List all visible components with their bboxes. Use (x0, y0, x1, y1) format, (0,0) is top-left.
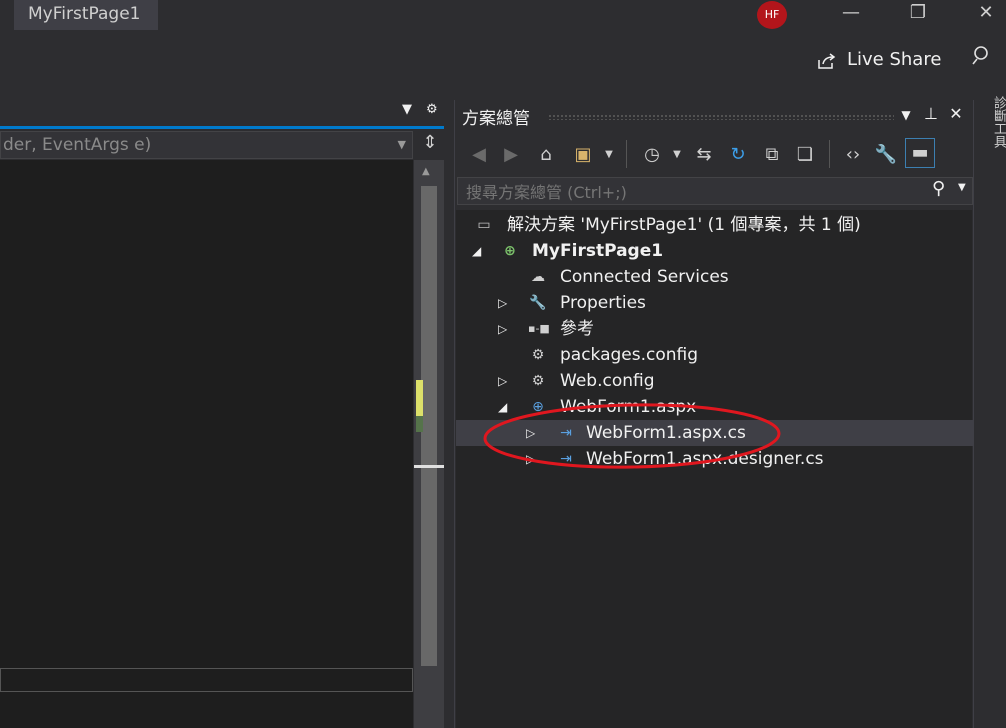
caret-position-marker (414, 465, 444, 468)
avatar[interactable]: HF (757, 1, 787, 29)
chevron-down-icon: ▼ (397, 138, 406, 151)
split-editor-icon[interactable]: ⇕ (418, 132, 442, 158)
back-icon[interactable]: ◀ (468, 142, 490, 168)
solution-icon: ▭ (477, 217, 491, 233)
tree-item-label: packages.config (560, 345, 699, 365)
home-icon[interactable]: ⌂ (534, 142, 558, 168)
live-share-button[interactable]: Live Share (814, 46, 944, 74)
forward-icon[interactable]: ▶ (500, 142, 522, 168)
collapsed-icon[interactable]: ▷ (498, 290, 507, 316)
config-file-icon: ⚙ (531, 347, 545, 363)
tree-item-label: MyFirstPage1 (532, 241, 664, 261)
feedback-icon[interactable] (968, 44, 992, 68)
collapse-all-icon[interactable]: ⧉ (760, 142, 784, 168)
minimize-icon[interactable]: — (831, 0, 871, 28)
tree-item-label: 參考 (560, 319, 594, 339)
toolbar-separator (626, 140, 627, 168)
scrollbar-thumb[interactable] (421, 186, 437, 666)
saved-marker (416, 416, 423, 432)
collapsed-icon[interactable]: ▷ (498, 316, 507, 342)
references-icon: ▪-■ (528, 322, 550, 335)
expanded-icon[interactable]: ◢ (472, 238, 481, 264)
cloud-icon: ☁ (531, 269, 545, 285)
view-code-icon[interactable]: ‹› (840, 142, 866, 168)
code-editor[interactable] (0, 160, 413, 728)
restore-icon[interactable]: ❐ (898, 0, 938, 28)
show-all-files-icon[interactable]: ❏ (793, 142, 817, 168)
config-file-icon: ⚙ (531, 373, 545, 389)
wrench-icon: 🔧 (529, 295, 547, 311)
refresh-icon[interactable]: ↻ (726, 142, 750, 168)
search-options-icon[interactable]: ▼ (958, 182, 966, 193)
toolbar-separator (829, 140, 830, 168)
sync-with-document-icon[interactable]: ⇆ (692, 142, 716, 168)
close-window-icon[interactable]: ✕ (966, 0, 1006, 28)
live-share-label: Live Share (847, 49, 942, 70)
scroll-up-icon[interactable]: ▲ (422, 166, 430, 177)
pending-changes-icon[interactable]: ◷ (640, 142, 664, 168)
panel-menu-icon[interactable]: ▼ (895, 108, 917, 122)
web-project-icon: ⊕ (504, 243, 516, 259)
diagnostic-tools-tab[interactable]: 診斷工具 (987, 96, 1006, 148)
editor-tab-accent (0, 126, 444, 129)
solution-explorer-title: 方案總管 (462, 109, 530, 129)
change-marker (416, 380, 423, 416)
tree-item-label: Connected Services (560, 267, 729, 287)
chevron-down-icon[interactable]: ▼ (602, 142, 616, 168)
properties-wrench-icon[interactable]: 🔧 (874, 142, 898, 168)
collapsed-icon[interactable]: ▷ (498, 368, 507, 394)
tree-item-label: 解決方案 'MyFirstPage1' (1 個專案，共 1 個) (507, 215, 861, 235)
solution-search[interactable]: ⚲ ▼ (457, 177, 973, 205)
switch-views-icon[interactable]: ▣ (570, 142, 596, 168)
pin-icon[interactable]: ⊥ (920, 104, 942, 123)
editor-horizontal-scrollbar[interactable] (0, 668, 413, 692)
close-panel-icon[interactable]: ✕ (945, 104, 967, 123)
settings-icon[interactable]: ⚙ (426, 102, 438, 117)
search-input[interactable] (464, 180, 928, 204)
panel-grip[interactable] (548, 114, 894, 120)
editor-dropdown-arrow-icon[interactable]: ▼ (402, 102, 412, 117)
member-dropdown[interactable]: der, EventArgs e) ▼ (0, 131, 413, 159)
preview-selected-items-icon[interactable]: ▬ (905, 138, 935, 168)
tree-item-label: Properties (560, 293, 646, 313)
share-icon (818, 53, 836, 69)
search-icon[interactable]: ⚲ (932, 178, 945, 199)
member-dropdown-value: der, EventArgs e) (3, 135, 152, 155)
chevron-down-icon[interactable]: ▼ (670, 142, 684, 168)
annotation-ellipse (483, 403, 781, 469)
window-title: MyFirstPage1 (14, 0, 158, 30)
tree-item-label: Web.config (560, 371, 655, 391)
